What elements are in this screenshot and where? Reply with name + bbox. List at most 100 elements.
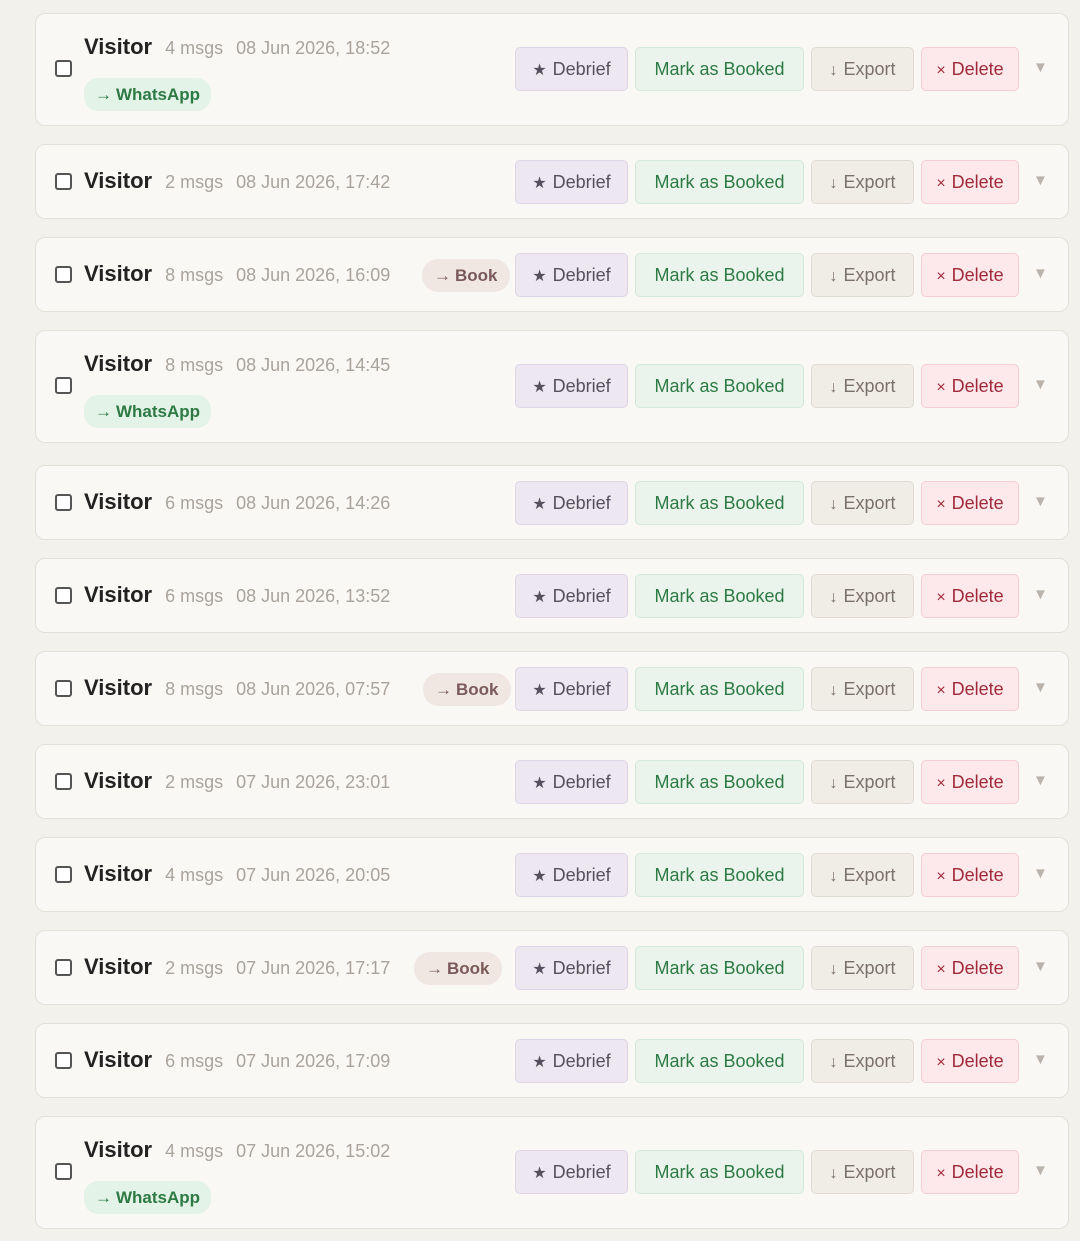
conversation-meta: Visitor 6 msgs 08 Jun 2026, 13:52 bbox=[84, 582, 390, 608]
mark-as-booked-button[interactable]: Mark as Booked bbox=[635, 1039, 804, 1083]
chevron-down-icon[interactable]: ▼ bbox=[1033, 679, 1048, 696]
debrief-button[interactable]: ★ Debrief bbox=[515, 667, 628, 711]
conversation-card[interactable]: Visitor 2 msgs 08 Jun 2026, 17:42 ★ Debrief M… bbox=[35, 144, 1069, 219]
mark-as-booked-button[interactable]: Mark as Booked bbox=[635, 47, 804, 91]
select-checkbox[interactable] bbox=[55, 680, 72, 697]
debrief-button[interactable]: ★ Debrief bbox=[515, 47, 628, 91]
chevron-down-icon[interactable]: ▼ bbox=[1033, 1051, 1048, 1068]
book-badge[interactable]: → Book bbox=[422, 259, 510, 292]
timestamp: 08 Jun 2026, 13:52 bbox=[236, 586, 391, 606]
conversation-card[interactable]: Visitor 6 msgs 08 Jun 2026, 13:52 ★ Debrief M… bbox=[35, 558, 1069, 633]
conversation-card[interactable]: Visitor 8 msgs 08 Jun 2026, 16:09 → Book ★ Deb… bbox=[35, 237, 1069, 312]
select-checkbox[interactable] bbox=[55, 377, 72, 394]
delete-button[interactable]: × Delete bbox=[921, 946, 1019, 990]
conversation-card[interactable]: Visitor 2 msgs 07 Jun 2026, 17:17 → Book ★ Deb… bbox=[35, 930, 1069, 1005]
debrief-button[interactable]: ★ Debrief bbox=[515, 760, 628, 804]
debrief-button[interactable]: ★ Debrief bbox=[515, 160, 628, 204]
conversation-card[interactable]: Visitor 6 msgs 08 Jun 2026, 14:26 ★ Debrief M… bbox=[35, 465, 1069, 540]
chevron-down-icon[interactable]: ▼ bbox=[1033, 59, 1048, 76]
whatsapp-label: WhatsApp bbox=[116, 1188, 201, 1207]
delete-button[interactable]: × Delete bbox=[921, 853, 1019, 897]
delete-button[interactable]: × Delete bbox=[921, 481, 1019, 525]
delete-button[interactable]: × Delete bbox=[921, 160, 1019, 204]
close-icon: × bbox=[936, 175, 946, 192]
book-badge[interactable]: → Book bbox=[423, 673, 511, 706]
whatsapp-label: WhatsApp bbox=[116, 85, 201, 104]
mark-as-booked-button[interactable]: Mark as Booked bbox=[635, 853, 804, 897]
debrief-button[interactable]: ★ Debrief bbox=[515, 481, 628, 525]
conversation-card[interactable]: Visitor 8 msgs 08 Jun 2026, 14:45 → WhatsApp… bbox=[35, 330, 1069, 443]
debrief-button[interactable]: ★ Debrief bbox=[515, 253, 628, 297]
arrow-down-icon: ↓ bbox=[829, 175, 838, 192]
export-button[interactable]: ↓ Export bbox=[811, 760, 914, 804]
chevron-down-icon[interactable]: ▼ bbox=[1033, 376, 1048, 393]
debrief-button[interactable]: ★ Debrief bbox=[515, 1039, 628, 1083]
mark-as-booked-button[interactable]: Mark as Booked bbox=[635, 160, 804, 204]
delete-button[interactable]: × Delete bbox=[921, 47, 1019, 91]
debrief-button[interactable]: ★ Debrief bbox=[515, 574, 628, 618]
delete-button[interactable]: × Delete bbox=[921, 364, 1019, 408]
export-button[interactable]: ↓ Export bbox=[811, 1039, 914, 1083]
export-button[interactable]: ↓ Export bbox=[811, 574, 914, 618]
mark-as-booked-button[interactable]: Mark as Booked bbox=[635, 667, 804, 711]
mark-as-booked-button[interactable]: Mark as Booked bbox=[635, 364, 804, 408]
export-button[interactable]: ↓ Export bbox=[811, 160, 914, 204]
select-checkbox[interactable] bbox=[55, 494, 72, 511]
select-checkbox[interactable] bbox=[55, 266, 72, 283]
select-checkbox[interactable] bbox=[55, 60, 72, 77]
debrief-button[interactable]: ★ Debrief bbox=[515, 946, 628, 990]
mark-as-booked-button[interactable]: Mark as Booked bbox=[635, 253, 804, 297]
conversation-card[interactable]: Visitor 4 msgs 07 Jun 2026, 15:02 → WhatsApp… bbox=[35, 1116, 1069, 1229]
mark-as-booked-button[interactable]: Mark as Booked bbox=[635, 481, 804, 525]
delete-button[interactable]: × Delete bbox=[921, 667, 1019, 711]
export-button[interactable]: ↓ Export bbox=[811, 47, 914, 91]
book-badge[interactable]: → Book bbox=[414, 952, 502, 985]
select-checkbox[interactable] bbox=[55, 587, 72, 604]
select-checkbox[interactable] bbox=[55, 1052, 72, 1069]
mark-as-booked-button[interactable]: Mark as Booked bbox=[635, 1150, 804, 1194]
timestamp: 07 Jun 2026, 15:02 bbox=[236, 1141, 391, 1161]
export-label: Export bbox=[843, 59, 896, 79]
arrow-down-icon: ↓ bbox=[829, 775, 838, 792]
delete-button[interactable]: × Delete bbox=[921, 760, 1019, 804]
delete-button[interactable]: × Delete bbox=[921, 1039, 1019, 1083]
select-checkbox[interactable] bbox=[55, 866, 72, 883]
delete-button[interactable]: × Delete bbox=[921, 574, 1019, 618]
mark-as-booked-button[interactable]: Mark as Booked bbox=[635, 946, 804, 990]
debrief-button[interactable]: ★ Debrief bbox=[515, 853, 628, 897]
debrief-button[interactable]: ★ Debrief bbox=[515, 364, 628, 408]
mark-as-booked-button[interactable]: Mark as Booked bbox=[635, 760, 804, 804]
chevron-down-icon[interactable]: ▼ bbox=[1033, 1162, 1048, 1179]
conversation-card[interactable]: Visitor 8 msgs 08 Jun 2026, 07:57 → Book ★ Deb… bbox=[35, 651, 1069, 726]
export-button[interactable]: ↓ Export bbox=[811, 1150, 914, 1194]
chevron-down-icon[interactable]: ▼ bbox=[1033, 172, 1048, 189]
chevron-down-icon[interactable]: ▼ bbox=[1033, 865, 1048, 882]
select-checkbox[interactable] bbox=[55, 959, 72, 976]
export-button[interactable]: ↓ Export bbox=[811, 853, 914, 897]
chevron-down-icon[interactable]: ▼ bbox=[1033, 265, 1048, 282]
export-button[interactable]: ↓ Export bbox=[811, 946, 914, 990]
chevron-down-icon[interactable]: ▼ bbox=[1033, 586, 1048, 603]
chevron-down-icon[interactable]: ▼ bbox=[1033, 772, 1048, 789]
debrief-button[interactable]: ★ Debrief bbox=[515, 1150, 628, 1194]
conversation-card[interactable]: Visitor 4 msgs 08 Jun 2026, 18:52 → WhatsApp… bbox=[35, 13, 1069, 126]
export-button[interactable]: ↓ Export bbox=[811, 364, 914, 408]
chevron-down-icon[interactable]: ▼ bbox=[1033, 958, 1048, 975]
export-button[interactable]: ↓ Export bbox=[811, 481, 914, 525]
mark-as-booked-label: Mark as Booked bbox=[654, 772, 785, 792]
select-checkbox[interactable] bbox=[55, 1163, 72, 1180]
conversation-card[interactable]: Visitor 2 msgs 07 Jun 2026, 23:01 ★ Debrief M… bbox=[35, 744, 1069, 819]
conversation-meta: Visitor 8 msgs 08 Jun 2026, 07:57 bbox=[84, 675, 390, 701]
chevron-down-icon[interactable]: ▼ bbox=[1033, 493, 1048, 510]
conversation-card[interactable]: Visitor 6 msgs 07 Jun 2026, 17:09 ★ Debrief M… bbox=[35, 1023, 1069, 1098]
debrief-label: Debrief bbox=[552, 865, 611, 885]
select-checkbox[interactable] bbox=[55, 773, 72, 790]
export-button[interactable]: ↓ Export bbox=[811, 253, 914, 297]
delete-button[interactable]: × Delete bbox=[921, 253, 1019, 297]
select-checkbox[interactable] bbox=[55, 173, 72, 190]
export-button[interactable]: ↓ Export bbox=[811, 667, 914, 711]
visitor-name: Visitor bbox=[84, 34, 153, 59]
delete-button[interactable]: × Delete bbox=[921, 1150, 1019, 1194]
conversation-card[interactable]: Visitor 4 msgs 07 Jun 2026, 20:05 ★ Debrief M… bbox=[35, 837, 1069, 912]
mark-as-booked-button[interactable]: Mark as Booked bbox=[635, 574, 804, 618]
